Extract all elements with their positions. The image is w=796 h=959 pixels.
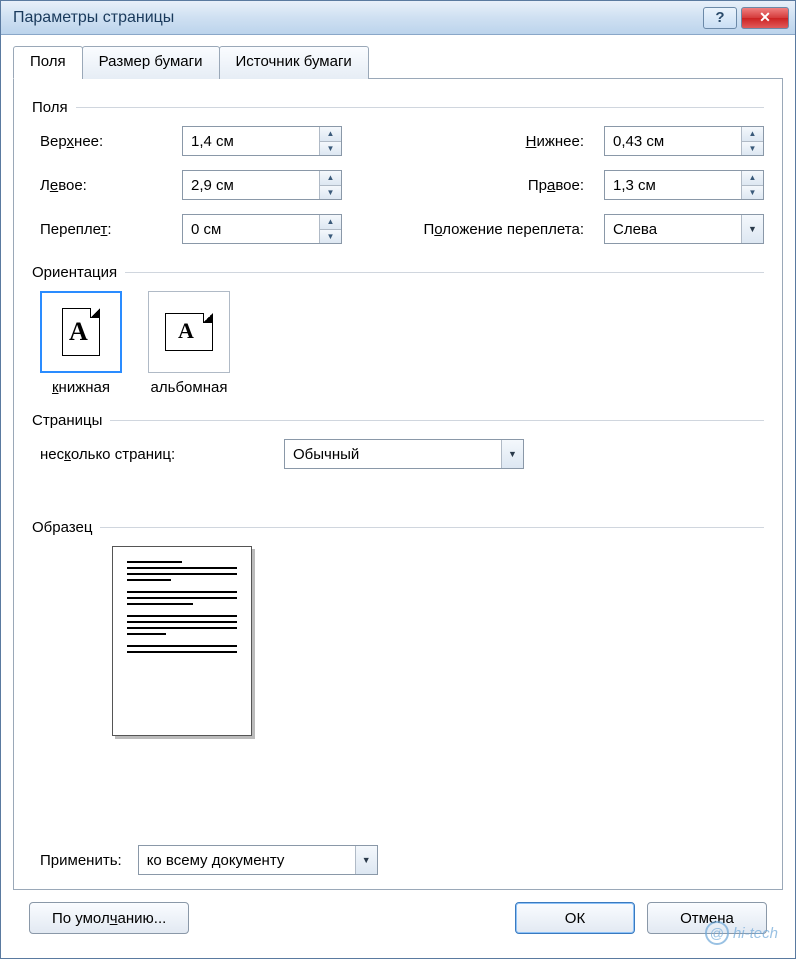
- page-setup-dialog: Параметры страницы ? ✕ Поля Размер бумаг…: [0, 0, 796, 959]
- landscape-page-icon: A: [165, 313, 213, 351]
- preview-line: [127, 597, 237, 599]
- preview-line: [127, 561, 182, 563]
- page-letter: A: [178, 318, 194, 344]
- multiple-pages-label: несколько страниц:: [40, 446, 260, 463]
- preview-line: [127, 615, 237, 617]
- margins-group-label: Поля: [32, 99, 764, 116]
- right-margin-input[interactable]: [605, 171, 741, 199]
- tab-paper-source[interactable]: Источник бумаги: [219, 46, 369, 79]
- page-letter: A: [69, 317, 88, 347]
- multiple-pages-value: Обычный: [285, 446, 501, 463]
- tab-paper-size[interactable]: Размер бумаги: [82, 46, 220, 79]
- apply-to-value: ко всему документу: [139, 852, 355, 869]
- gutter-spin-buttons: ▲ ▼: [319, 215, 341, 243]
- tab-margins[interactable]: Поля: [13, 46, 83, 79]
- dropdown-arrow-icon: ▼: [741, 215, 763, 243]
- bottom-margin-label: Нижнее:: [354, 133, 592, 150]
- top-margin-label: Верхнее:: [40, 133, 170, 150]
- preview-line: [127, 567, 237, 569]
- landscape-icon-box[interactable]: A: [148, 291, 230, 373]
- dialog-footer: По умолчанию... ОК Отмена: [13, 890, 783, 946]
- help-icon: ?: [715, 9, 724, 26]
- top-margin-spin-buttons: ▲ ▼: [319, 127, 341, 155]
- gutter-spinner[interactable]: ▲ ▼: [182, 214, 342, 244]
- preview-line: [127, 579, 171, 581]
- preview-line: [127, 645, 237, 647]
- apply-row: Применить: ко всему документу ▼: [32, 845, 764, 875]
- preview-line: [127, 651, 237, 653]
- orientation-portrait[interactable]: A книжная: [40, 291, 122, 396]
- landscape-label: альбомная: [148, 379, 230, 396]
- top-margin-input[interactable]: [183, 127, 319, 155]
- preview-line: [127, 603, 193, 605]
- close-icon: ✕: [759, 9, 771, 26]
- window-title: Параметры страницы: [7, 9, 699, 27]
- left-margin-spinner[interactable]: ▲ ▼: [182, 170, 342, 200]
- dropdown-arrow-icon: ▼: [355, 846, 377, 874]
- dropdown-arrow-icon: ▼: [501, 440, 523, 468]
- orientation-row: A книжная A альбомная: [32, 291, 764, 396]
- right-margin-spinner[interactable]: ▲ ▼: [604, 170, 764, 200]
- preview-page: [112, 546, 252, 736]
- bottom-margin-spinner[interactable]: ▲ ▼: [604, 126, 764, 156]
- gutter-position-select[interactable]: Слева ▼: [604, 214, 764, 244]
- spin-down-icon[interactable]: ▼: [320, 186, 341, 200]
- orientation-landscape[interactable]: A альбомная: [148, 291, 230, 396]
- pages-row: несколько страниц: Обычный ▼: [32, 439, 764, 469]
- spin-up-icon[interactable]: ▲: [320, 127, 341, 142]
- close-button[interactable]: ✕: [741, 7, 789, 29]
- spin-up-icon[interactable]: ▲: [320, 171, 341, 186]
- top-margin-spinner[interactable]: ▲ ▼: [182, 126, 342, 156]
- right-margin-label: Правое:: [354, 177, 592, 194]
- spin-up-icon[interactable]: ▲: [742, 171, 763, 186]
- preview-group-label: Образец: [32, 519, 764, 536]
- apply-to-label: Применить:: [40, 852, 122, 869]
- pages-group-label: Страницы: [32, 412, 764, 429]
- portrait-icon-box[interactable]: A: [40, 291, 122, 373]
- ok-button[interactable]: ОК: [515, 902, 635, 934]
- portrait-page-icon: A: [62, 308, 100, 356]
- portrait-label: книжная: [40, 379, 122, 396]
- preview-line: [127, 627, 237, 629]
- apply-to-select[interactable]: ко всему документу ▼: [138, 845, 378, 875]
- gutter-label: Переплет:: [40, 221, 170, 238]
- page-fold-icon: [90, 308, 100, 318]
- left-margin-spin-buttons: ▲ ▼: [319, 171, 341, 199]
- left-margin-label: Левое:: [40, 177, 170, 194]
- preview-line: [127, 573, 237, 575]
- tab-body: Поля Верхнее: ▲ ▼ Нижнее: ▲ ▼: [13, 78, 783, 890]
- gutter-input[interactable]: [183, 215, 319, 243]
- page-fold-icon: [203, 313, 213, 323]
- gutter-position-label: Положение переплета:: [354, 221, 592, 238]
- bottom-margin-input[interactable]: [605, 127, 741, 155]
- default-button[interactable]: По умолчанию...: [29, 902, 189, 934]
- spin-down-icon[interactable]: ▼: [320, 230, 341, 244]
- spin-down-icon[interactable]: ▼: [742, 186, 763, 200]
- tab-strip: Поля Размер бумаги Источник бумаги: [13, 46, 783, 79]
- orientation-group-label: Ориентация: [32, 264, 764, 281]
- preview-line: [127, 591, 237, 593]
- bottom-margin-spin-buttons: ▲ ▼: [741, 127, 763, 155]
- spin-up-icon[interactable]: ▲: [320, 215, 341, 230]
- left-margin-input[interactable]: [183, 171, 319, 199]
- preview-wrap: [32, 546, 764, 736]
- dialog-content: Поля Размер бумаги Источник бумаги Поля …: [1, 35, 795, 958]
- cancel-button[interactable]: Отмена: [647, 902, 767, 934]
- gutter-position-value: Слева: [605, 221, 741, 238]
- multiple-pages-select[interactable]: Обычный ▼: [284, 439, 524, 469]
- help-button[interactable]: ?: [703, 7, 737, 29]
- titlebar: Параметры страницы ? ✕: [1, 1, 795, 35]
- right-margin-spin-buttons: ▲ ▼: [741, 171, 763, 199]
- margins-grid: Верхнее: ▲ ▼ Нижнее: ▲ ▼ Левое:: [32, 126, 764, 244]
- spin-up-icon[interactable]: ▲: [742, 127, 763, 142]
- preview-line: [127, 621, 237, 623]
- spin-down-icon[interactable]: ▼: [320, 142, 341, 156]
- preview-line: [127, 633, 166, 635]
- spin-down-icon[interactable]: ▼: [742, 142, 763, 156]
